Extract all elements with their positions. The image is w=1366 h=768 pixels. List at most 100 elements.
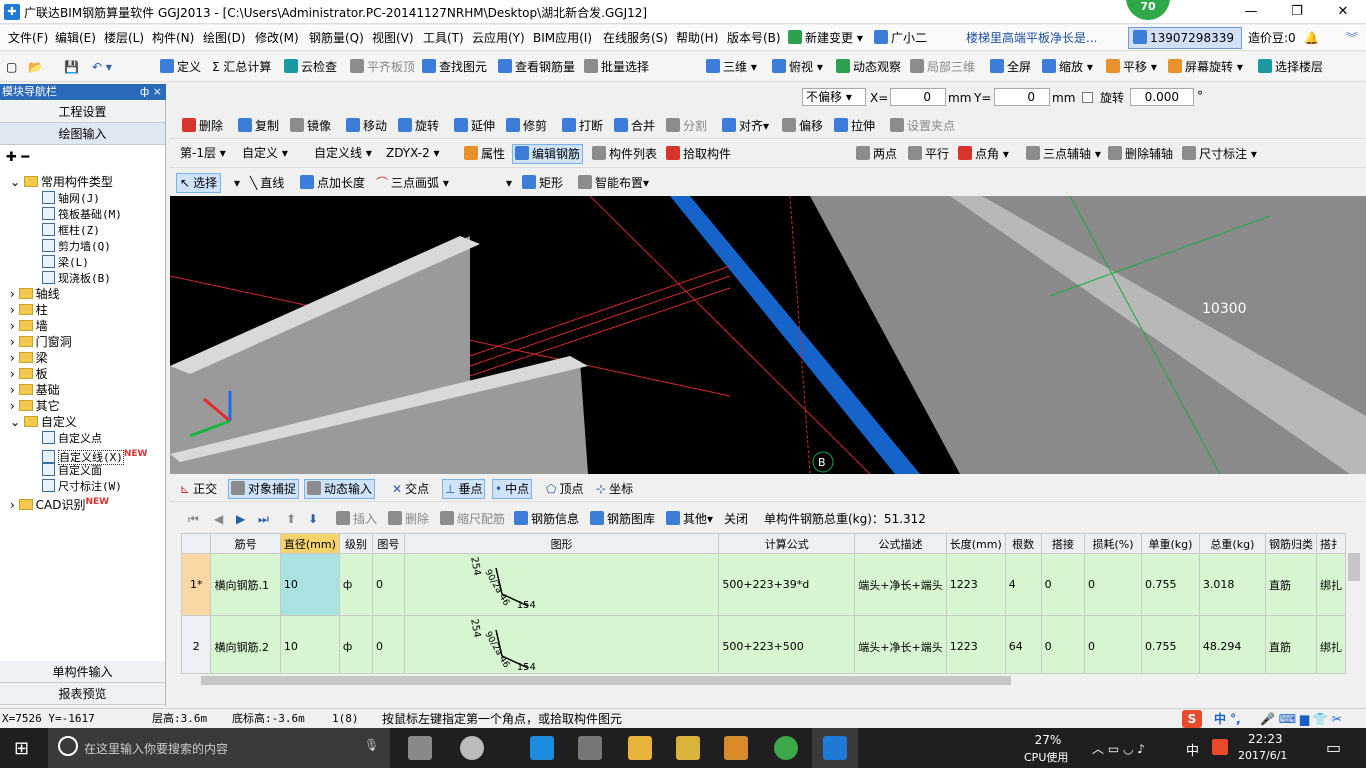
select-button[interactable]: ↖ 选择 (176, 173, 222, 193)
clock-date[interactable]: 2017/6/1 (1238, 749, 1287, 762)
local-3d-button[interactable]: 局部三维 (910, 59, 975, 75)
cell-name[interactable]: 横向钢筋.1 (210, 553, 281, 616)
minimize-button[interactable]: — (1228, 0, 1274, 24)
menu-help[interactable]: 帮助(H) (676, 30, 718, 46)
chevron-right-icon[interactable]: › (10, 498, 19, 512)
floor-select[interactable]: 第-1层 ▾ (176, 144, 234, 162)
rectangle-button[interactable]: 矩形 (522, 175, 563, 191)
subtype-select[interactable]: 自定义线 ▾ (310, 144, 380, 162)
tray-icons[interactable]: ︿ ▭ ◡ ♪ (1092, 740, 1145, 757)
define-button[interactable]: 定义 (160, 59, 201, 75)
cell-fig[interactable]: 0 (372, 615, 405, 678)
h-scrollbar[interactable] (181, 673, 1346, 687)
explorer-icon[interactable] (628, 736, 652, 760)
tree-folder[interactable]: › 板 (10, 366, 48, 382)
tree-item[interactable]: 梁(L) (42, 254, 89, 271)
close-panel-button[interactable]: 关闭 (724, 511, 748, 527)
cell-formula[interactable]: 500+223+500 (718, 615, 856, 678)
point-length-button[interactable]: 点加长度 (300, 175, 365, 191)
first-record-icon[interactable]: ⏮ (188, 511, 199, 527)
cell-count[interactable]: 64 (1004, 615, 1042, 678)
cell-loss[interactable]: 0 (1084, 553, 1142, 616)
cell-fig[interactable]: 0 (372, 553, 405, 616)
cell-tie[interactable]: 绑扎 (1316, 553, 1346, 616)
view-rebar-button[interactable]: 查看钢筋量 (498, 59, 575, 75)
dimension-button[interactable]: 尺寸标注 ▾ (1182, 146, 1257, 162)
taskbar-search[interactable]: 在这里输入你要搜索的内容 🎙 (48, 728, 390, 768)
rebar-info-button[interactable]: 钢筋信息 (514, 511, 579, 527)
cell-loss[interactable]: 0 (1084, 615, 1142, 678)
row-header[interactable]: 2 (181, 615, 212, 678)
summary-calc-button[interactable]: Σ 汇总计算 (212, 59, 271, 75)
three-point-axis-button[interactable]: 三点辅轴 ▾ (1026, 146, 1101, 162)
move-down-icon[interactable]: ⬇ (308, 511, 318, 527)
chevron-icon[interactable]: ︾ (1346, 30, 1358, 46)
scale-rebar-button[interactable]: 缩尺配筋 (440, 511, 505, 527)
tree-folder[interactable]: › 墙 (10, 318, 48, 334)
move-button[interactable]: 移动 (346, 118, 387, 134)
other-button[interactable]: 其他▾ (666, 511, 713, 527)
cell-formula[interactable]: 500+223+39*d (718, 553, 856, 616)
x-input[interactable]: 0 (890, 88, 946, 106)
move-up-icon[interactable]: ⬆ (286, 511, 296, 527)
tree-item[interactable]: 尺寸标注(W) (42, 478, 122, 495)
menu-tools[interactable]: 工具(T) (423, 30, 464, 46)
new-file-icon[interactable]: ▢ (6, 59, 17, 75)
column-header[interactable]: 图形 (403, 533, 720, 554)
input-language[interactable]: 中 (1186, 740, 1199, 759)
name-select[interactable]: ZDYX-2 ▾ (382, 144, 454, 162)
expand-collapse-icon[interactable]: ✚ ━ (6, 150, 29, 165)
column-header[interactable]: 筋号 (210, 533, 281, 554)
column-header[interactable]: 损耗(%) (1084, 533, 1142, 554)
tree-item[interactable]: 自定义点 (42, 430, 102, 447)
intersection-toggle[interactable]: ✕ 交点 (392, 481, 429, 497)
tree-folder[interactable]: › CAD识别NEW (10, 494, 109, 513)
chevron-right-icon[interactable]: › (10, 303, 19, 317)
chevron-right-icon[interactable]: › (10, 383, 19, 397)
rebar-library-button[interactable]: 钢筋图库 (590, 511, 655, 527)
table-row[interactable]: 2 横向钢筋.2 10 ф 0 254 90/2a 46 154 500+223+500 端头+净… (181, 615, 1346, 678)
app-green-icon[interactable] (774, 736, 798, 760)
extend-button[interactable]: 延伸 (454, 118, 495, 134)
menu-online[interactable]: 在线服务(S) (603, 30, 668, 46)
menu-bim[interactable]: BIM应用(I) (533, 30, 592, 46)
column-header[interactable]: 图号 (372, 533, 405, 554)
cell-len[interactable]: 1223 (945, 615, 1006, 678)
bell-icon[interactable]: 🔔 (1304, 30, 1319, 46)
menu-version[interactable]: 版本号(B) (727, 30, 781, 46)
next-record-icon[interactable]: ▶ (236, 511, 245, 527)
screen-rotate-button[interactable]: 屏幕旋转 ▾ (1168, 59, 1243, 75)
app-tool-icon[interactable] (676, 736, 700, 760)
tray-sogou-icon[interactable] (1212, 739, 1228, 755)
column-header[interactable]: 计算公式 (718, 533, 856, 554)
offset-mode-select[interactable]: 不偏移 ▾ (802, 88, 866, 106)
align-button[interactable]: 对齐▾ (722, 118, 769, 134)
column-header[interactable]: 钢筋归类 (1264, 533, 1318, 554)
menu-floor[interactable]: 楼层(L) (104, 30, 144, 46)
v-scrollbar[interactable] (1346, 533, 1362, 687)
select-dropdown[interactable]: ▾ (234, 175, 240, 191)
three-point-arc-button[interactable]: ⌒ 三点画弧 ▾ (376, 175, 449, 191)
set-grip-button[interactable]: 设置夹点 (890, 118, 955, 134)
y-input[interactable]: 0 (994, 88, 1050, 106)
menu-component[interactable]: 构件(N) (152, 30, 194, 46)
close-button[interactable]: ✕ (1320, 0, 1366, 24)
nav-project-settings[interactable]: 工程设置 (0, 101, 165, 123)
menu-cloud[interactable]: 云应用(Y) (472, 30, 525, 46)
last-record-icon[interactable]: ⏭ (258, 511, 269, 527)
menu-draw[interactable]: 绘图(D) (203, 30, 246, 46)
align-slab-top-button[interactable]: 平齐板顶 (350, 59, 415, 75)
menu-modify[interactable]: 修改(M) (255, 30, 299, 46)
tree-folder[interactable]: ⌄ 常用构件类型 (10, 174, 113, 190)
tree-item[interactable]: 现浇板(B) (42, 270, 111, 287)
column-header[interactable]: 搭扌 (1316, 533, 1346, 554)
tree-item[interactable]: 自定义面 (42, 462, 102, 479)
undo-icon[interactable]: ↶ ▾ (92, 59, 112, 75)
cell-lap[interactable]: 0 (1040, 553, 1086, 616)
nav-single-input[interactable]: 单构件输入 (0, 661, 165, 683)
cell-grade[interactable]: ф (338, 553, 374, 616)
3d-view-button[interactable]: 三维 ▾ (706, 59, 757, 75)
chevron-right-icon[interactable]: › (10, 399, 19, 413)
row-header[interactable]: 1* (181, 553, 212, 616)
table-row[interactable]: 1* 横向钢筋.1 10 ф 0 254 90/2a 46 154 500+223+39*d 端头… (181, 553, 1346, 616)
